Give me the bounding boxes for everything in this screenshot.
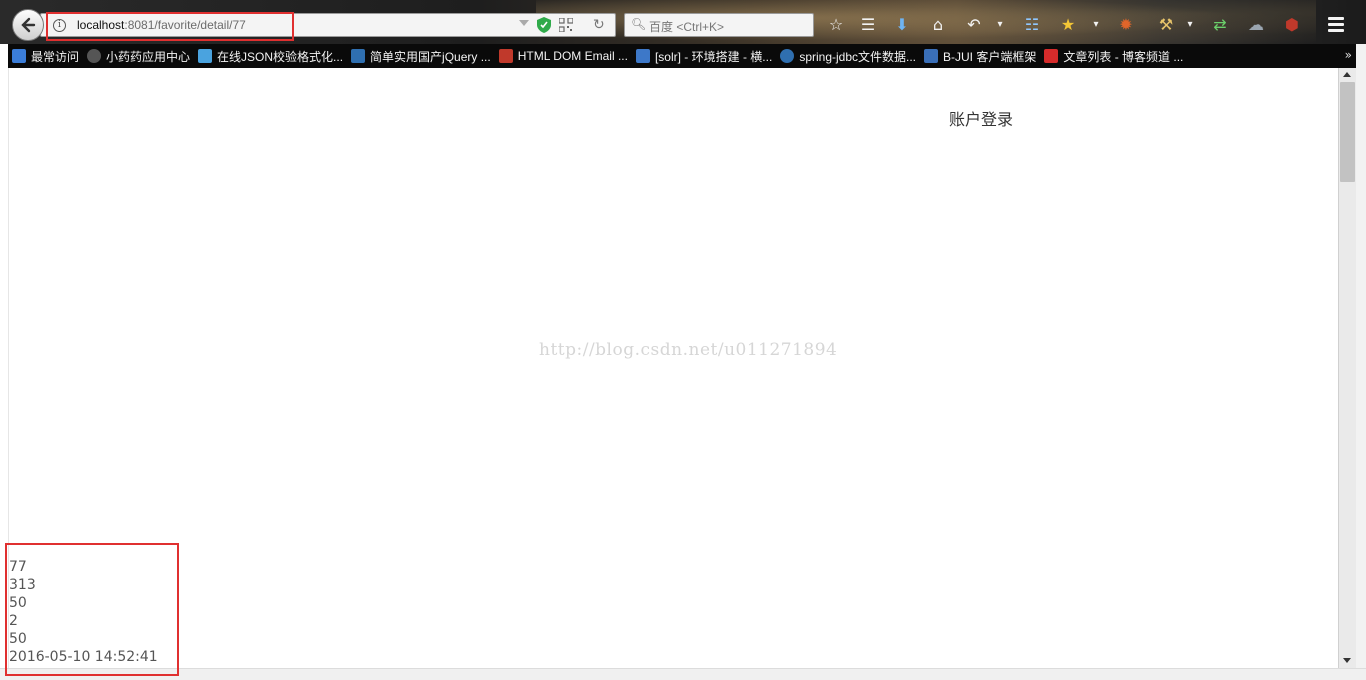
bookmark-item[interactable]: [solr] - 环境搭建 - 横... — [632, 44, 776, 68]
search-bar[interactable]: 🔍︎ 百度 <Ctrl+K> — [624, 13, 814, 37]
tools-icon[interactable]: ⚒ — [1156, 14, 1176, 34]
page-content: 账户登录 http://blog.csdn.net/u011271894 77 … — [8, 68, 1338, 668]
search-icon: 🔍︎ — [631, 17, 647, 31]
undo-dropdown-icon[interactable]: ▾ — [990, 14, 1010, 34]
bookmarks-bar: 最常访问 小药药应用中心 在线JSON校验格式化... 简单实用国产jQuery… — [8, 44, 1358, 68]
arrow-left-icon — [21, 17, 36, 33]
url-text[interactable]: localhost:8081/favorite/detail/77 — [77, 18, 246, 32]
translate-icon[interactable]: ☷ — [1022, 14, 1042, 34]
bookmark-favicon-icon — [351, 49, 366, 63]
account-login-link[interactable]: 账户登录 — [949, 106, 1013, 130]
url-host: localhost — [77, 18, 125, 32]
url-path: :8081/favorite/detail/77 — [124, 18, 246, 32]
ublock-icon[interactable]: ⬢ — [1282, 14, 1302, 34]
download-icon[interactable]: ⬇ — [892, 14, 912, 34]
bookmark-favicon-icon — [12, 49, 26, 63]
browser-window: i localhost:8081/favorite/detail/77 ↻ 🔍︎… — [0, 0, 1366, 680]
bookmark-star-icon[interactable]: ☆ — [826, 14, 846, 34]
hamburger-menu-button[interactable] — [1316, 8, 1356, 40]
scroll-up-arrow-icon[interactable] — [1343, 72, 1351, 77]
home-icon[interactable]: ⌂ — [928, 14, 948, 34]
detail-value: 2 — [9, 613, 18, 629]
reading-list-icon[interactable]: ☰ — [858, 14, 878, 34]
bookmark-label: 最常访问 — [31, 49, 80, 64]
bookmark-label: 小药药应用中心 — [106, 49, 191, 64]
shield-icon[interactable] — [537, 17, 551, 33]
qr-code-icon[interactable] — [559, 18, 573, 32]
detail-list: 77 313 50 2 50 2016-05-10 14:52:41 — [9, 558, 158, 666]
bookmark-item[interactable]: 最常访问 — [8, 44, 83, 68]
bookmark-label: 文章列表 - 博客频道 ... — [1063, 49, 1184, 64]
bookmark-item[interactable]: 简单实用国产jQuery ... — [347, 44, 495, 68]
bookmark-item[interactable]: spring-jdbc文件数据... — [776, 44, 920, 68]
bookmark-label: B-JUI 客户端框架 — [943, 49, 1037, 64]
bookmark-label: 在线JSON校验格式化... — [217, 49, 344, 64]
detail-value: 50 — [9, 595, 27, 611]
addon-icon[interactable]: ✹ — [1116, 14, 1136, 34]
url-history-dropdown-icon[interactable] — [519, 20, 529, 26]
bookmarks-overflow-icon[interactable]: » — [1345, 48, 1352, 62]
site-info-icon[interactable]: i — [53, 19, 66, 32]
reload-icon[interactable]: ↻ — [593, 17, 605, 33]
bookmark-label: [solr] - 环境搭建 - 横... — [654, 49, 773, 64]
undo-icon[interactable]: ↶ — [964, 14, 984, 34]
bookmark-item[interactable]: HTML DOM Email ... — [495, 44, 632, 68]
sync-icon[interactable]: ⇄ — [1210, 14, 1230, 34]
bookmark-item[interactable]: B-JUI 客户端框架 — [920, 44, 1040, 68]
bookmark-favicon-icon — [924, 49, 939, 63]
search-placeholder[interactable]: 百度 <Ctrl+K> — [649, 18, 724, 35]
bookmark-favicon-icon — [780, 49, 795, 63]
bookmark-item[interactable]: 在线JSON校验格式化... — [194, 44, 347, 68]
favorites-dropdown-icon[interactable]: ▾ — [1086, 14, 1106, 34]
scroll-down-arrow-icon[interactable] — [1343, 658, 1351, 663]
bookmark-item[interactable]: 文章列表 - 博客频道 ... — [1040, 44, 1187, 68]
cloud-icon[interactable]: ☁ — [1246, 14, 1266, 34]
watermark-text: http://blog.csdn.net/u011271894 — [539, 340, 838, 360]
window-edge — [1356, 44, 1366, 680]
bookmark-favicon-icon — [635, 49, 650, 63]
address-bar[interactable]: i localhost:8081/favorite/detail/77 ↻ — [40, 13, 616, 37]
back-button[interactable] — [12, 9, 44, 41]
detail-value: 2016-05-10 14:52:41 — [9, 649, 158, 665]
detail-value: 77 — [9, 559, 27, 575]
scroll-thumb[interactable] — [1340, 82, 1355, 182]
bookmark-label: spring-jdbc文件数据... — [799, 49, 917, 64]
vertical-scrollbar[interactable] — [1338, 68, 1356, 668]
bookmark-item[interactable]: 小药药应用中心 — [83, 44, 194, 68]
bookmark-favicon-icon — [1044, 49, 1059, 63]
browser-toolbar: i localhost:8081/favorite/detail/77 ↻ 🔍︎… — [0, 0, 1366, 44]
detail-value: 50 — [9, 631, 27, 647]
bookmark-label: 简单实用国产jQuery ... — [370, 49, 491, 64]
detail-value: 313 — [9, 577, 36, 593]
window-bottom-edge — [0, 668, 1366, 680]
bookmark-favicon-icon — [87, 49, 102, 63]
bookmark-favicon-icon — [498, 49, 513, 63]
bookmark-label: HTML DOM Email ... — [517, 49, 628, 63]
favorites-icon[interactable]: ★ — [1058, 14, 1078, 34]
bookmark-favicon-icon — [198, 49, 213, 63]
tools-dropdown-icon[interactable]: ▾ — [1180, 14, 1200, 34]
